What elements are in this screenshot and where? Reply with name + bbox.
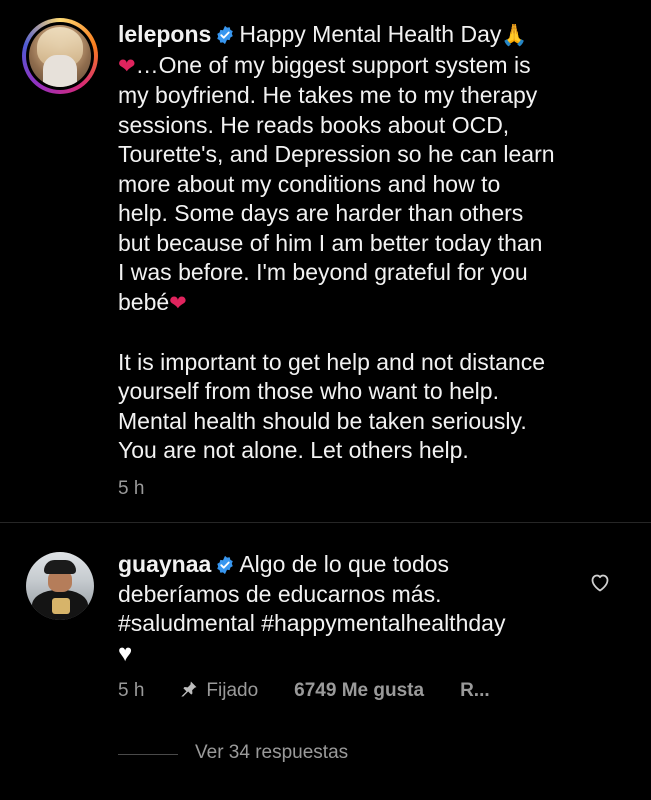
comment-line: deberíamos de educarnos más. [118, 580, 442, 607]
comment-actions: 5 h Fijado 6749 Me gusta R... [118, 680, 490, 702]
view-replies-button[interactable]: Ver 34 respuestas [195, 742, 348, 764]
verified-badge-icon [217, 555, 234, 575]
post-author-avatar[interactable] [22, 18, 98, 94]
comment-timestamp: 5 h [118, 680, 145, 701]
comment-author-username[interactable]: guaynaa [118, 551, 211, 577]
caption-line: more about my conditions and how to [118, 170, 501, 197]
red-heart-emoji-icon: ❤ [169, 291, 187, 315]
caption-line: help. Some days are harder than others [118, 200, 524, 226]
caption-line: bebé [118, 288, 170, 315]
reply-button[interactable]: R... [460, 680, 490, 702]
caption-line: It is important to get help and not dist… [118, 348, 546, 375]
white-heart-emoji-icon: ♥ [118, 639, 133, 667]
caption-line: but because of him I am better today tha… [118, 229, 543, 256]
pin-icon [181, 681, 197, 697]
post-author-username[interactable]: lelepons [118, 21, 211, 47]
post-timestamp: 5 h [118, 478, 145, 499]
caption-line: You are not alone. Let others help. [118, 437, 469, 463]
folded-hands-emoji-icon: 🙏 [501, 24, 528, 47]
comment-line: Algo de lo que todos [239, 551, 450, 577]
caption-line: Tourette's, and Depression so he can lea… [118, 141, 555, 167]
caption-line: my boyfriend. He takes me to my therapy [118, 82, 538, 108]
caption-line: sessions. He reads books about OCD, [118, 111, 510, 138]
comment-hashtags[interactable]: #saludmental #happymentalhealthday [118, 609, 505, 639]
caption-line: …One of my biggest support system is [135, 51, 531, 78]
likes-count[interactable]: 6749 Me gusta [294, 680, 424, 702]
caption-line: I was before. I'm beyond grateful for yo… [118, 259, 528, 285]
caption-line: Happy Mental Health Day [239, 21, 502, 47]
red-heart-emoji-icon: ❤ [118, 54, 136, 78]
caption-line: yourself from those who want to help. [118, 378, 499, 404]
comment-text: guaynaa Algo de lo que todos deberíamos d… [118, 550, 505, 668]
replies-divider [118, 754, 178, 755]
pinned-indicator: Fijado [180, 680, 258, 702]
caption-text: lelepons Happy Mental Health Day🙏 ❤…One o… [118, 20, 555, 466]
pinned-label: Fijado [206, 680, 259, 701]
comment-author-avatar[interactable] [26, 552, 94, 620]
heart-outline-icon[interactable] [588, 570, 612, 594]
caption-line: Mental health should be taken seriously. [118, 407, 527, 434]
verified-badge-icon [217, 25, 234, 45]
divider [0, 522, 651, 523]
